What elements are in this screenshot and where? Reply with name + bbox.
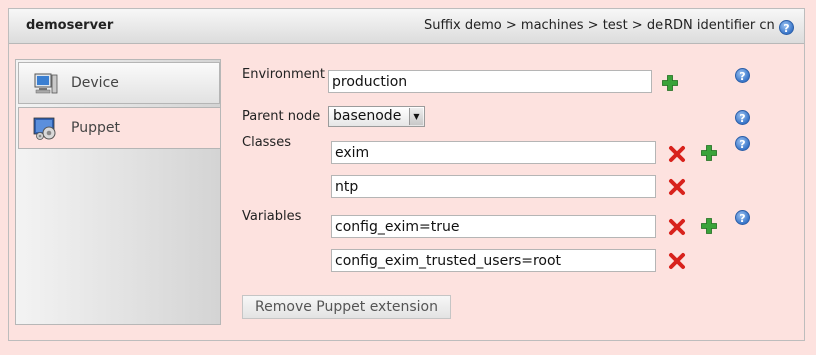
panel-title-bar: demoserver Suffix demo > machines > test…: [9, 9, 804, 44]
class-input-exim[interactable]: [331, 141, 656, 164]
tab-puppet-label: Puppet: [71, 120, 120, 136]
remove-variable-icon[interactable]: [668, 218, 686, 236]
add-environment-icon[interactable]: [661, 74, 679, 92]
remove-variable-icon[interactable]: [668, 252, 686, 270]
classes-label: Classes: [242, 135, 291, 150]
variable-input-config-exim[interactable]: [331, 215, 656, 238]
environment-input[interactable]: [328, 70, 652, 93]
remove-puppet-extension-button[interactable]: Remove Puppet extension: [242, 295, 451, 319]
puppet-gear-icon: [33, 117, 56, 140]
remove-class-icon[interactable]: [668, 145, 686, 163]
add-class-icon[interactable]: [700, 144, 718, 162]
parent-node-label: Parent node: [242, 109, 321, 124]
rdn-identifier: RDN identifier cn: [664, 18, 775, 33]
puppet-extension-panel: demoserver Suffix demo > machines > test…: [8, 8, 805, 341]
parent-node-value: basenode: [333, 108, 402, 124]
suffix-breadcrumb: Suffix demo > machines > test > de: [424, 18, 664, 33]
add-variable-icon[interactable]: [700, 217, 718, 235]
classes-help-icon[interactable]: ?: [735, 136, 750, 151]
help-icon[interactable]: ?: [779, 20, 794, 35]
variables-help-icon[interactable]: ?: [735, 210, 750, 225]
remove-class-icon[interactable]: [668, 178, 686, 196]
tab-puppet[interactable]: Puppet: [18, 107, 220, 149]
chevron-down-icon: ▼: [409, 108, 423, 125]
environment-label: Environment: [242, 67, 326, 82]
variables-label: Variables: [242, 209, 302, 224]
parent-node-help-icon[interactable]: ?: [735, 110, 750, 125]
panel-title: demoserver: [26, 18, 114, 33]
tab-device[interactable]: Device: [18, 62, 220, 104]
class-input-ntp[interactable]: [331, 175, 656, 198]
environment-help-icon[interactable]: ?: [735, 68, 750, 83]
tab-column: Device Puppet: [15, 59, 221, 325]
parent-node-select[interactable]: basenode ▼: [328, 106, 425, 127]
tab-device-label: Device: [71, 75, 119, 91]
computer-icon: [34, 73, 58, 94]
variable-input-trusted-users[interactable]: [331, 249, 656, 272]
